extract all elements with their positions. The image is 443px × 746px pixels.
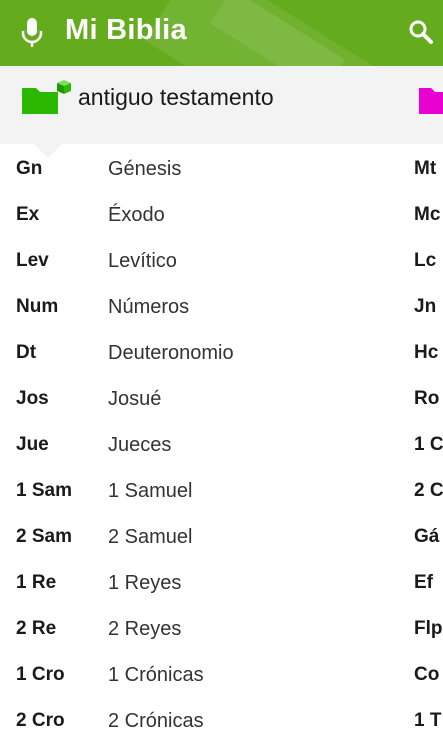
book-name: Deuteronomio	[108, 342, 234, 364]
book-name: 2 Samuel	[108, 526, 193, 548]
microphone-icon[interactable]	[20, 17, 44, 49]
book-name: Números	[108, 296, 190, 318]
book-row[interactable]: 2 Cro 2 Crónicas 1 T	[0, 700, 443, 746]
nt-book-abbreviation[interactable]: 1 C	[414, 434, 443, 456]
book-name: 1 Reyes	[108, 572, 182, 594]
book-abbreviation: 2 Sam	[16, 526, 72, 547]
book-name: Levítico	[108, 250, 177, 272]
book-abbreviation: 1 Re	[16, 572, 57, 593]
nt-book-abbreviation[interactable]: Flp	[414, 618, 443, 640]
book-abbreviation: 2 Cro	[16, 710, 65, 731]
book-abbreviation: Ex	[16, 204, 40, 225]
nt-book-abbreviation[interactable]: Mt	[414, 158, 436, 180]
book-row[interactable]: Ex Éxodo Mc	[0, 194, 443, 240]
search-icon[interactable]	[408, 19, 434, 45]
book-row[interactable]: Jos Josué Ro	[0, 378, 443, 424]
book-row[interactable]: 2 Re 2 Reyes Flp	[0, 608, 443, 654]
nt-book-abbreviation[interactable]: Co	[414, 664, 439, 686]
book-name: 2 Crónicas	[108, 710, 204, 732]
old-testament-folder-icon[interactable]	[21, 80, 71, 116]
book-abbreviation: Dt	[16, 342, 37, 363]
book-abbreviation: Lev	[16, 250, 49, 271]
nt-book-abbreviation[interactable]: 1 T	[414, 710, 441, 732]
book-row[interactable]: Dt Deuteronomio Hc	[0, 332, 443, 378]
app-header: Mi Biblia	[0, 0, 443, 66]
book-row[interactable]: Jue Jueces 1 C	[0, 424, 443, 470]
book-abbreviation: Gn	[16, 158, 43, 179]
book-row[interactable]: Gn Génesis Mt	[0, 148, 443, 194]
book-abbreviation: 2 Re	[16, 618, 57, 639]
nt-book-abbreviation[interactable]: Gá	[414, 526, 439, 548]
new-testament-folder-icon[interactable]	[418, 82, 443, 116]
book-name: 1 Samuel	[108, 480, 193, 502]
book-abbreviation: Num	[16, 296, 59, 317]
nt-book-abbreviation[interactable]: Ro	[414, 388, 439, 410]
book-row[interactable]: 1 Cro 1 Crónicas Co	[0, 654, 443, 700]
book-row[interactable]: Lev Levítico Lc	[0, 240, 443, 286]
book-name: 1 Crónicas	[108, 664, 204, 686]
book-row[interactable]: 2 Sam 2 Samuel Gá	[0, 516, 443, 562]
section-title: antiguo testamento	[78, 84, 274, 110]
book-abbreviation: 1 Sam	[16, 480, 72, 501]
book-name: Génesis	[108, 158, 182, 180]
book-name: Josué	[108, 388, 162, 410]
nt-book-abbreviation[interactable]: Mc	[414, 204, 440, 226]
nt-book-abbreviation[interactable]: 2 C	[414, 480, 443, 502]
nt-book-abbreviation[interactable]: Hc	[414, 342, 438, 364]
book-name: Éxodo	[108, 204, 165, 226]
book-row[interactable]: 1 Sam 1 Samuel 2 C	[0, 470, 443, 516]
nt-book-abbreviation[interactable]: Ef	[414, 572, 433, 594]
book-abbreviation: Jue	[16, 434, 49, 455]
book-abbreviation: Jos	[16, 388, 49, 409]
book-name: 2 Reyes	[108, 618, 182, 640]
book-abbreviation: 1 Cro	[16, 664, 65, 685]
nt-book-abbreviation[interactable]: Jn	[414, 296, 436, 318]
book-row[interactable]: Num Números Jn	[0, 286, 443, 332]
book-name: Jueces	[108, 434, 172, 456]
nt-book-abbreviation[interactable]: Lc	[414, 250, 436, 272]
app-title: Mi Biblia	[65, 14, 187, 46]
book-row[interactable]: 1 Re 1 Reyes Ef	[0, 562, 443, 608]
